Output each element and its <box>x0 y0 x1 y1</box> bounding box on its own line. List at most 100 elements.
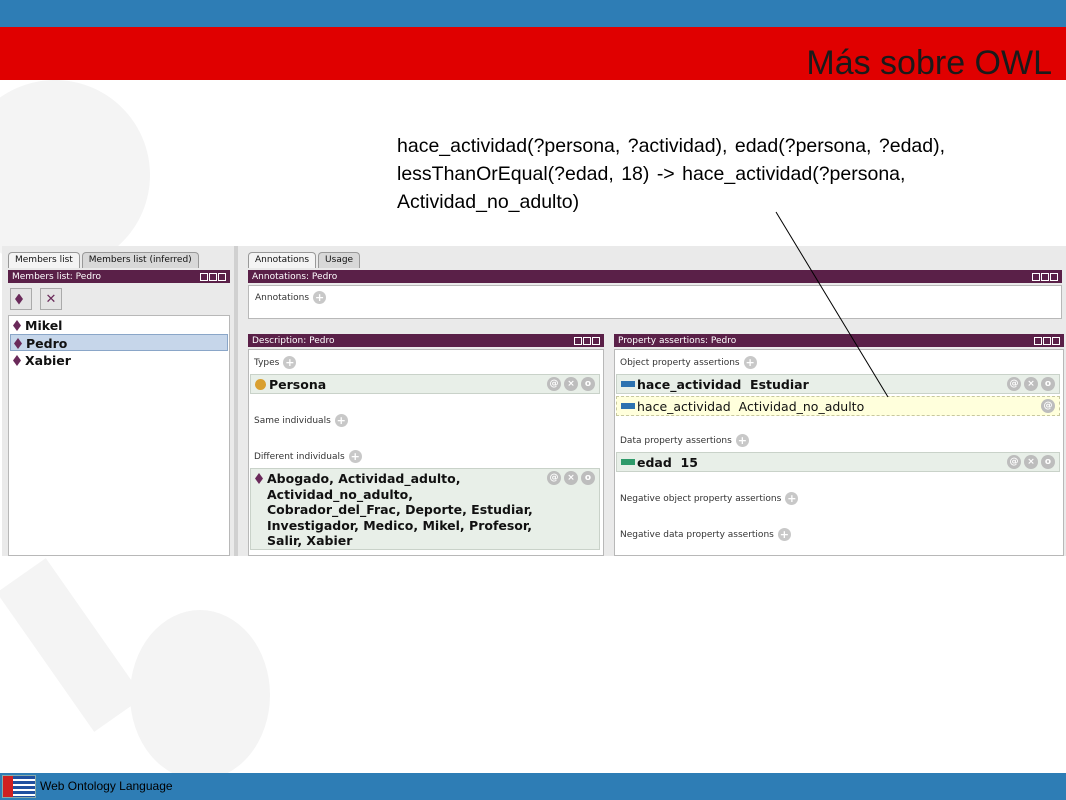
members-list: Mikel Pedro Xabier <box>8 315 230 556</box>
types-section: Types + <box>254 356 297 369</box>
list-item-selected[interactable]: Pedro <box>10 334 228 351</box>
different-individuals-entry[interactable]: Abogado, Actividad_adulto, Actividad_no_… <box>250 468 600 550</box>
close-icon[interactable] <box>218 272 226 281</box>
annotate-icon[interactable]: @ <box>1007 377 1021 391</box>
edit-icon[interactable]: o <box>1041 455 1055 469</box>
delete-icon[interactable]: × <box>564 377 578 391</box>
tab-members-list[interactable]: Members list <box>8 252 80 268</box>
edit-icon[interactable]: o <box>581 471 595 485</box>
add-same-individual-icon[interactable]: + <box>334 414 348 427</box>
individual-icon <box>255 473 263 484</box>
individual-icon <box>13 355 21 366</box>
object-property-entry[interactable]: hace_actividad Estudiar @ × o <box>616 374 1060 394</box>
minimize-icon[interactable] <box>1041 272 1049 281</box>
logo-stripes <box>13 776 35 797</box>
types-label: Types <box>254 357 280 368</box>
negative-object-property-label: Negative object property assertions <box>620 493 782 504</box>
data-property-section: Data property assertions + <box>620 434 749 447</box>
list-item[interactable]: Mikel <box>10 317 228 334</box>
list-item[interactable]: Xabier <box>10 352 228 369</box>
add-negative-data-property-icon[interactable]: + <box>777 528 791 541</box>
delete-icon[interactable]: × <box>1024 377 1038 391</box>
entry-buttons: @ <box>1041 399 1055 413</box>
data-property-icon <box>621 459 635 465</box>
class-icon <box>255 379 266 390</box>
individual-icon <box>14 338 22 349</box>
window-buttons <box>1034 336 1060 345</box>
property-assertions-header: Property assertions: Pedro <box>614 334 1064 347</box>
window-buttons <box>574 336 600 345</box>
close-icon[interactable] <box>592 336 600 345</box>
description-title: Description: Pedro <box>252 335 335 346</box>
annotations-title: Annotations: Pedro <box>252 271 338 282</box>
edit-icon[interactable]: o <box>581 377 595 391</box>
inferred-object-property-entry[interactable]: hace_actividad Actividad_no_adulto @ <box>616 396 1060 416</box>
delete-icon[interactable]: × <box>1024 455 1038 469</box>
individual-icon <box>13 320 21 331</box>
entry-buttons: @ × o <box>547 377 595 391</box>
decorative-circle-bottom <box>130 610 270 780</box>
restore-icon[interactable] <box>1032 272 1040 281</box>
annotate-icon[interactable]: @ <box>1007 455 1021 469</box>
object-property-label: Object property assertions <box>620 357 740 368</box>
restore-icon[interactable] <box>1034 336 1042 345</box>
add-type-icon[interactable]: + <box>283 356 297 369</box>
add-different-individual-icon[interactable]: + <box>348 450 362 463</box>
delete-icon[interactable]: × <box>564 471 578 485</box>
type-entry[interactable]: Persona @ × o <box>250 374 600 394</box>
negative-object-property-section: Negative object property assertions + <box>620 492 799 505</box>
description-header: Description: Pedro <box>248 334 604 347</box>
slide-top-bar <box>0 0 1066 27</box>
protege-screenshot: Members list Members list (inferred) Mem… <box>2 246 1066 556</box>
same-individuals-label: Same individuals <box>254 415 331 426</box>
members-list-header: Members list: Pedro <box>8 270 230 283</box>
different-individuals-section: Different individuals + <box>254 450 362 463</box>
tab-annotations[interactable]: Annotations <box>248 252 317 268</box>
slide-title: Más sobre OWL <box>806 44 1052 82</box>
window-buttons <box>200 272 226 281</box>
minimize-icon[interactable] <box>1043 336 1051 345</box>
object-property-section: Object property assertions + <box>620 356 757 369</box>
entry-buttons: @ × o <box>1007 455 1055 469</box>
edit-icon[interactable]: o <box>1041 377 1055 391</box>
negative-data-property-label: Negative data property assertions <box>620 529 774 540</box>
minimize-icon[interactable] <box>209 272 217 281</box>
members-tabs: Members list Members list (inferred) <box>8 252 201 268</box>
annotations-section: Annotations + <box>255 291 327 304</box>
restore-icon[interactable] <box>574 336 582 345</box>
decorative-diagonal <box>0 558 144 732</box>
annotations-panel: Annotations + <box>248 285 1062 319</box>
entry-buttons: @ × o <box>1007 377 1055 391</box>
annotations-header: Annotations: Pedro <box>248 270 1062 283</box>
delete-individual-button[interactable]: ✕ <box>40 288 62 310</box>
tab-members-list-inferred[interactable]: Members list (inferred) <box>81 252 199 268</box>
property-assertions-panel: Object property assertions + hace_activi… <box>614 349 1064 556</box>
minimize-icon[interactable] <box>583 336 591 345</box>
annotation-tabs: Annotations Usage <box>248 252 362 268</box>
different-individuals-label: Different individuals <box>254 451 345 462</box>
vertical-splitter[interactable] <box>234 246 238 556</box>
entry-buttons: @ × o <box>547 471 595 485</box>
data-property-entry[interactable]: edad 15 @ × o <box>616 452 1060 472</box>
explain-inference-icon[interactable]: @ <box>1041 399 1055 413</box>
add-individual-button[interactable] <box>10 288 32 310</box>
add-data-property-icon[interactable]: + <box>735 434 749 447</box>
close-icon[interactable] <box>1050 272 1058 281</box>
members-list-title: Members list: Pedro <box>12 271 102 282</box>
add-negative-object-property-icon[interactable]: + <box>785 492 799 505</box>
property-assertions-title: Property assertions: Pedro <box>618 335 737 346</box>
close-icon[interactable] <box>1052 336 1060 345</box>
delete-individual-icon: ✕ <box>45 291 57 307</box>
annotations-label: Annotations <box>255 292 310 303</box>
annotate-icon[interactable]: @ <box>547 377 561 391</box>
add-object-property-icon[interactable]: + <box>743 356 757 369</box>
data-property-label: Data property assertions <box>620 435 732 446</box>
annotate-icon[interactable]: @ <box>547 471 561 485</box>
add-individual-icon <box>15 293 23 305</box>
object-property-icon <box>621 381 635 387</box>
swrl-rule-text: hace_actividad(?persona, ?actividad), ed… <box>397 135 946 213</box>
footer-text: Web Ontology Language <box>40 779 173 793</box>
add-annotation-icon[interactable]: + <box>313 291 327 304</box>
restore-icon[interactable] <box>200 272 208 281</box>
tab-usage[interactable]: Usage <box>318 252 361 268</box>
